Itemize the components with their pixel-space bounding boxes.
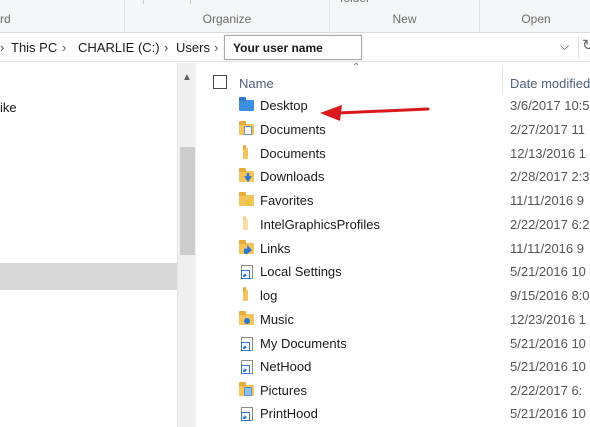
file-name: Documents xyxy=(260,122,326,137)
column-header-name[interactable]: Name xyxy=(239,76,274,91)
file-date: 2/22/2017 6:2 xyxy=(510,217,590,232)
file-date: 5/21/2016 10 xyxy=(510,406,586,421)
ribbon-group-clipboard: rd xyxy=(0,0,125,33)
file-row[interactable]: IntelGraphicsProfiles 2/22/2017 6:2 xyxy=(197,214,590,236)
nav-item-partial[interactable]: ike xyxy=(0,100,17,115)
breadcrumb-separator-icon: › xyxy=(0,40,5,55)
shortcut-icon xyxy=(239,264,255,279)
file-name: IntelGraphicsProfiles xyxy=(260,217,380,232)
file-row[interactable]: Favorites 11/11/2016 9 xyxy=(197,190,590,212)
file-name: PrintHood xyxy=(260,406,318,421)
shortcut-icon xyxy=(239,406,255,421)
file-row[interactable]: Downloads 2/28/2017 2:3 xyxy=(197,166,590,188)
file-date: 2/28/2017 2:3 xyxy=(510,169,590,184)
folder-icon xyxy=(239,287,255,302)
shortcut-icon xyxy=(239,336,255,351)
documents-library-icon xyxy=(239,121,255,136)
scrollbar-thumb[interactable] xyxy=(180,147,195,255)
ribbon: rd Organize folder New Open xyxy=(0,0,590,33)
file-date: 11/11/2016 9 xyxy=(510,193,584,208)
file-date: 3/6/2017 10:5 xyxy=(510,98,590,113)
file-name: Downloads xyxy=(260,169,325,184)
links-folder-icon xyxy=(239,240,255,255)
file-row[interactable]: NetHood 5/21/2016 10 xyxy=(197,356,590,378)
file-name: Documents xyxy=(260,146,326,161)
refresh-icon[interactable]: ↻ xyxy=(578,36,590,58)
file-row[interactable]: Pictures 2/22/2017 6: xyxy=(197,380,590,402)
ribbon-fragment-label: rd xyxy=(0,12,11,26)
annotation-arrow-shaft xyxy=(336,107,430,115)
favorites-folder-icon xyxy=(239,192,255,207)
breadcrumb-separator-icon[interactable]: › xyxy=(62,40,66,55)
breadcrumb-separator-icon[interactable]: › xyxy=(214,40,218,55)
music-folder-icon xyxy=(239,311,255,326)
breadcrumb-this-pc[interactable]: This PC xyxy=(11,40,57,55)
file-row[interactable]: Documents 12/13/2016 1 xyxy=(197,143,590,165)
file-date: 5/21/2016 10 xyxy=(510,264,586,279)
file-name: NetHood xyxy=(260,359,312,374)
file-name: Desktop xyxy=(260,98,308,113)
file-date: 2/27/2017 11 xyxy=(510,122,585,137)
file-date: 9/15/2016 8:0 xyxy=(510,288,590,303)
desktop-folder-icon xyxy=(239,97,255,112)
file-date: 11/11/2016 9 xyxy=(510,241,584,256)
file-row[interactable]: Links 11/11/2016 9 xyxy=(197,238,590,260)
chevron-down-icon[interactable]: ⌵ xyxy=(560,39,569,54)
sort-ascending-icon: ⌃ xyxy=(352,62,361,73)
file-row[interactable]: PrintHood 5/21/2016 10 xyxy=(197,403,590,425)
address-bar[interactable]: › This PC › CHARLIE (C:) › Users › Your … xyxy=(0,33,590,62)
nav-item-selected[interactable] xyxy=(0,263,177,290)
file-date: 12/13/2016 1 xyxy=(510,146,586,161)
file-name: Links xyxy=(260,241,291,256)
file-date: 2/22/2017 6: xyxy=(510,383,583,398)
folder-icon xyxy=(239,216,255,231)
breadcrumb-users[interactable]: Users xyxy=(176,40,210,55)
file-date: 12/23/2016 1 xyxy=(510,312,586,327)
file-name: Favorites xyxy=(260,193,314,208)
file-row[interactable]: My Documents 5/21/2016 10 xyxy=(197,333,590,355)
folder-icon xyxy=(239,145,255,160)
shortcut-icon xyxy=(239,359,255,374)
column-header-date-modified[interactable]: Date modified xyxy=(510,76,590,91)
file-name: Pictures xyxy=(260,383,307,398)
file-name: Music xyxy=(260,312,294,327)
file-name: log xyxy=(260,288,278,303)
annotation-arrow-icon xyxy=(320,105,430,121)
file-row[interactable]: Local Settings 5/21/2016 10 xyxy=(197,261,590,283)
scroll-up-arrow-icon[interactable]: ▲ xyxy=(182,72,192,83)
annotation-arrow-head xyxy=(320,105,342,121)
downloads-folder-icon xyxy=(239,168,255,183)
file-row[interactable]: Music 12/23/2016 1 xyxy=(197,309,590,331)
ribbon-group-label-organize: Organize xyxy=(202,12,252,26)
ribbon-group-new: folder New xyxy=(330,0,480,33)
ribbon-group-label-new: New xyxy=(392,12,417,26)
ribbon-group-organize: Organize xyxy=(125,0,330,33)
username-annotation-box: Your user name xyxy=(224,35,362,60)
navigation-pane: ike xyxy=(0,63,177,427)
select-all-checkbox[interactable] xyxy=(213,75,227,89)
username-label: Your user name xyxy=(233,41,323,55)
file-name: My Documents xyxy=(260,336,347,351)
ribbon-new-folder-label: folder xyxy=(340,0,370,5)
column-divider[interactable] xyxy=(502,67,503,95)
file-row[interactable]: log 9/15/2016 8:0 xyxy=(197,285,590,307)
breadcrumb-drive[interactable]: CHARLIE (C:) xyxy=(78,40,160,55)
breadcrumb-separator-icon[interactable]: › xyxy=(164,40,168,55)
file-date: 5/21/2016 10 xyxy=(510,359,586,374)
ribbon-group-label-open: Open xyxy=(521,12,551,26)
file-date: 5/21/2016 10 xyxy=(510,336,586,351)
nav-scrollbar[interactable]: ▲ xyxy=(177,63,196,427)
ribbon-group-open: Open xyxy=(480,0,590,33)
file-name: Local Settings xyxy=(260,264,342,279)
pictures-folder-icon xyxy=(239,382,255,397)
